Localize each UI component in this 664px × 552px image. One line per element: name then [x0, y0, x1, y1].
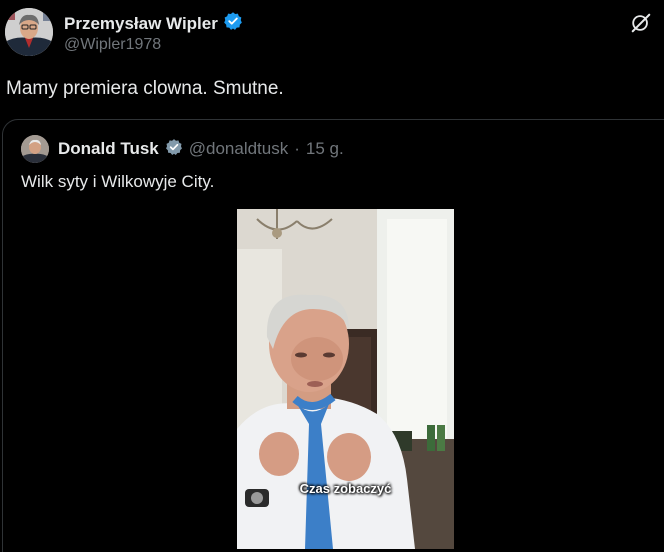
quoted-timestamp[interactable]: 15 g.	[306, 139, 344, 159]
author-avatar[interactable]	[5, 8, 53, 56]
video-caption: Czas zobaczyć	[299, 481, 392, 496]
grok-icon[interactable]	[630, 12, 652, 34]
quoted-author-avatar[interactable]	[21, 135, 49, 163]
tweet-page: Przemysław Wipler @Wipler1978 Mamy premi…	[0, 0, 664, 552]
video-thumbnail[interactable]: Czas zobaczyć	[237, 209, 454, 549]
quoted-tweet-card[interactable]: Donald Tusk @donaldtusk · 15 g. Wilk syt…	[2, 119, 664, 552]
quoted-tweet-header: Donald Tusk @donaldtusk · 15 g.	[21, 135, 344, 163]
verified-badge-icon	[223, 11, 243, 36]
author-name-row: Przemysław Wipler	[64, 11, 243, 36]
author-handle[interactable]: @Wipler1978	[64, 36, 161, 54]
verified-badge-icon	[165, 138, 183, 161]
author-name[interactable]: Przemysław Wipler	[64, 14, 218, 34]
quoted-tweet-text: Wilk syty i Wilkowyje City.	[21, 172, 215, 191]
quoted-author-handle[interactable]: @donaldtusk	[189, 139, 289, 159]
quoted-author-name[interactable]: Donald Tusk	[58, 139, 159, 159]
tweet-text: Mamy premiera clowna. Smutne.	[6, 78, 284, 99]
separator-dot: ·	[294, 139, 300, 158]
